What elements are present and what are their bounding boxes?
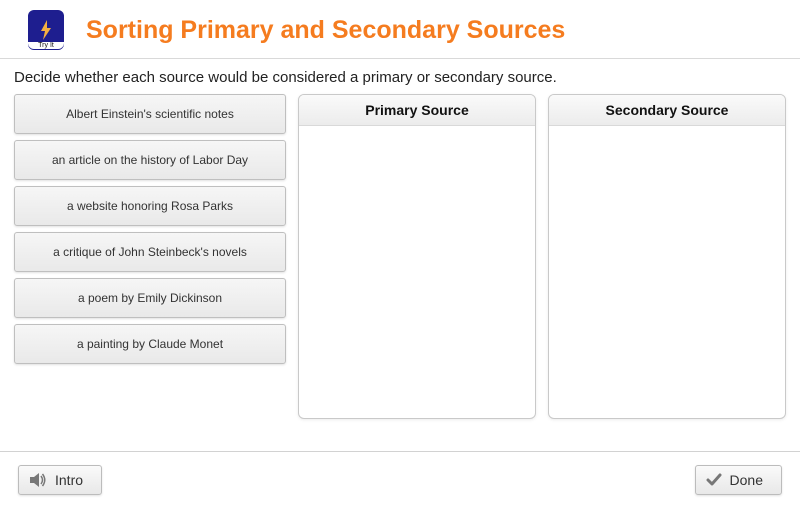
check-icon: [706, 473, 722, 487]
done-button[interactable]: Done: [695, 465, 782, 495]
primary-drop-header: Primary Source: [299, 95, 535, 126]
speaker-icon: [29, 472, 47, 488]
secondary-drop-zone[interactable]: Secondary Source: [548, 94, 786, 419]
divider: [0, 58, 800, 59]
intro-button[interactable]: Intro: [18, 465, 102, 495]
instructions-text: Decide whether each source would be cons…: [0, 65, 800, 94]
bolt-icon: [38, 19, 54, 41]
source-list: Albert Einstein's scientific notes an ar…: [14, 94, 286, 419]
primary-drop-zone[interactable]: Primary Source: [298, 94, 536, 419]
source-item[interactable]: a painting by Claude Monet: [14, 324, 286, 364]
page-title: Sorting Primary and Secondary Sources: [86, 16, 565, 45]
drop-zones: Primary Source Secondary Source: [298, 94, 786, 419]
main-area: Albert Einstein's scientific notes an ar…: [0, 94, 800, 419]
footer: Intro Done: [0, 451, 800, 507]
tryit-label: Try It: [28, 42, 64, 49]
source-item[interactable]: a critique of John Steinbeck's novels: [14, 232, 286, 272]
done-button-label: Done: [730, 472, 763, 488]
source-item[interactable]: a website honoring Rosa Parks: [14, 186, 286, 226]
tryit-badge: Try It: [28, 10, 64, 50]
secondary-drop-header: Secondary Source: [549, 95, 785, 126]
source-item[interactable]: an article on the history of Labor Day: [14, 140, 286, 180]
header: Try It Sorting Primary and Secondary Sou…: [0, 0, 800, 58]
source-item[interactable]: Albert Einstein's scientific notes: [14, 94, 286, 134]
source-item[interactable]: a poem by Emily Dickinson: [14, 278, 286, 318]
intro-button-label: Intro: [55, 472, 83, 488]
